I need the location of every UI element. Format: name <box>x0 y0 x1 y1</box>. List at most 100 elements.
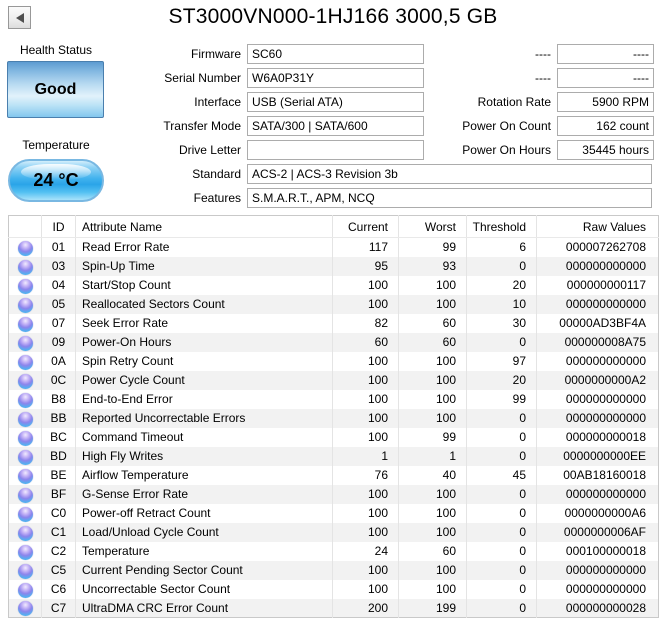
worst-value-cell: 100 <box>398 560 467 580</box>
threshold-value-cell: 0 <box>466 598 537 618</box>
raw-value-cell: 000000000000 <box>536 579 659 599</box>
status-cell <box>9 390 42 409</box>
smart-attributes-table: ID Attribute Name Current Worst Threshol… <box>8 215 659 618</box>
status-orb-icon <box>17 297 33 313</box>
drive-fields-right: ---- ---- ---- ---- Rotation Rate 5900 RPM Pow… <box>433 42 660 162</box>
attribute-name-cell: Airflow Temperature <box>75 465 333 485</box>
attribute-name-cell: Current Pending Sector Count <box>75 560 333 580</box>
current-value-cell: 100 <box>332 484 399 504</box>
current-value-cell: 117 <box>332 237 399 257</box>
field-row: Power On Count 162 count <box>433 114 660 138</box>
raw-value-cell: 00AB18160018 <box>536 465 659 485</box>
worst-value-cell: 100 <box>398 275 467 295</box>
table-row: B8 End-to-End Error 100 100 99 000000000000 <box>9 389 659 409</box>
threshold-value-cell: 30 <box>466 313 537 333</box>
threshold-value-cell: 0 <box>466 446 537 466</box>
raw-value-cell: 000000000000 <box>536 256 659 276</box>
field-label: Rotation Rate <box>477 95 551 109</box>
raw-value-cell: 000007262708 <box>536 237 659 257</box>
status-cell <box>9 428 42 447</box>
table-row: C2 Temperature 24 60 0 000100000018 <box>9 541 659 561</box>
attribute-id-cell: 07 <box>41 313 76 333</box>
worst-value-cell: 100 <box>398 503 467 523</box>
field-label: Drive Letter <box>178 143 241 157</box>
disk-info-window: ST3000VN000-1HJ166 3000,5 GB Health Stat… <box>0 0 666 623</box>
status-cell <box>9 314 42 333</box>
status-orb-icon <box>17 487 33 503</box>
attribute-name-cell: Temperature <box>75 541 333 561</box>
attribute-id-cell: BB <box>41 408 76 428</box>
attribute-id-cell: C6 <box>41 579 76 599</box>
table-row: BE Airflow Temperature 76 40 45 00AB18160018 <box>9 465 659 485</box>
status-orb-icon <box>17 316 33 332</box>
status-orb-icon <box>17 582 33 598</box>
raw-value-cell: 000000000117 <box>536 275 659 295</box>
attribute-name-cell: End-to-End Error <box>75 389 333 409</box>
attribute-id-cell: BC <box>41 427 76 447</box>
field-row: ---- ---- <box>433 42 660 66</box>
smart-attributes-panel: ID Attribute Name Current Worst Threshol… <box>8 215 659 618</box>
status-orb-icon <box>17 430 33 446</box>
table-row: C5 Current Pending Sector Count 100 100 0 000… <box>8 560 659 580</box>
status-cell <box>9 409 42 428</box>
status-orb-icon <box>17 354 33 370</box>
current-value-cell: 100 <box>332 275 399 295</box>
attribute-id-cell: C7 <box>41 598 76 618</box>
status-orb-icon <box>17 335 33 351</box>
attribute-id-cell: 0C <box>41 370 76 390</box>
worst-value-cell: 93 <box>398 256 467 276</box>
attribute-name-cell: Reported Uncorrectable Errors <box>75 408 333 428</box>
attribute-column-header: Attribute Name <box>75 215 333 238</box>
raw-value-cell: 000100000018 <box>536 541 659 561</box>
current-value-cell: 60 <box>332 332 399 352</box>
attribute-name-cell: Read Error Rate <box>75 237 333 257</box>
threshold-value-cell: 0 <box>466 256 537 276</box>
field-value-box: 35445 hours <box>557 140 654 160</box>
field-label: Features <box>193 191 241 205</box>
raw-value-cell: 000000000000 <box>536 351 659 371</box>
raw-value-cell: 000000000000 <box>536 484 659 504</box>
attribute-id-cell: BD <box>41 446 76 466</box>
table-header-row: ID Attribute Name Current Worst Threshol… <box>8 215 659 238</box>
field-row: Power On Hours 35445 hours <box>433 138 660 162</box>
table-row: 0C Power Cycle Count 100 100 20 0000000000A2 <box>8 370 659 390</box>
status-orb-icon <box>17 544 33 560</box>
status-orb-icon <box>17 449 33 465</box>
field-row: Features S.M.A.R.T., APM, NCQ <box>0 186 660 210</box>
field-row: Rotation Rate 5900 RPM <box>433 90 660 114</box>
status-orb-icon <box>17 506 33 522</box>
status-cell <box>9 523 42 542</box>
attribute-name-cell: Power-off Retract Count <box>75 503 333 523</box>
field-row: ---- ---- <box>433 66 660 90</box>
threshold-value-cell: 45 <box>466 465 537 485</box>
field-label: Power On Count <box>462 119 551 133</box>
threshold-column-header: Threshold <box>466 215 537 238</box>
table-row: 07 Seek Error Rate 82 60 30 00000AD3BF4A <box>9 313 659 333</box>
field-label: ---- <box>535 71 551 85</box>
worst-value-cell: 100 <box>398 351 467 371</box>
status-orb-icon <box>17 468 33 484</box>
attribute-id-cell: 0A <box>41 351 76 371</box>
attribute-name-cell: Start/Stop Count <box>75 275 333 295</box>
status-orb-icon <box>17 373 33 389</box>
attribute-id-cell: C0 <box>41 503 76 523</box>
status-orb-icon <box>17 259 33 275</box>
status-cell <box>9 466 42 485</box>
field-value-box: S.M.A.R.T., APM, NCQ <box>247 188 652 208</box>
threshold-value-cell: 20 <box>466 370 537 390</box>
threshold-value-cell: 99 <box>466 389 537 409</box>
table-row: C7 UltraDMA CRC Error Count 200 199 0 0000000… <box>8 598 659 618</box>
threshold-value-cell: 20 <box>466 275 537 295</box>
field-value-box: USB (Serial ATA) <box>247 92 424 112</box>
table-row: BD High Fly Writes 1 1 0 0000000000EE <box>8 446 659 466</box>
status-cell <box>9 257 42 276</box>
threshold-value-cell: 0 <box>466 427 537 447</box>
current-value-cell: 100 <box>332 351 399 371</box>
attribute-id-cell: 05 <box>41 294 76 314</box>
table-row: C6 Uncorrectable Sector Count 100 100 0 00000… <box>9 579 659 599</box>
status-cell <box>9 580 42 599</box>
raw-value-cell: 000000000000 <box>536 560 659 580</box>
table-row: C1 Load/Unload Cycle Count 100 100 0 00000000… <box>8 522 659 542</box>
current-value-cell: 82 <box>332 313 399 333</box>
table-row: 04 Start/Stop Count 100 100 20 000000000117 <box>9 275 659 295</box>
